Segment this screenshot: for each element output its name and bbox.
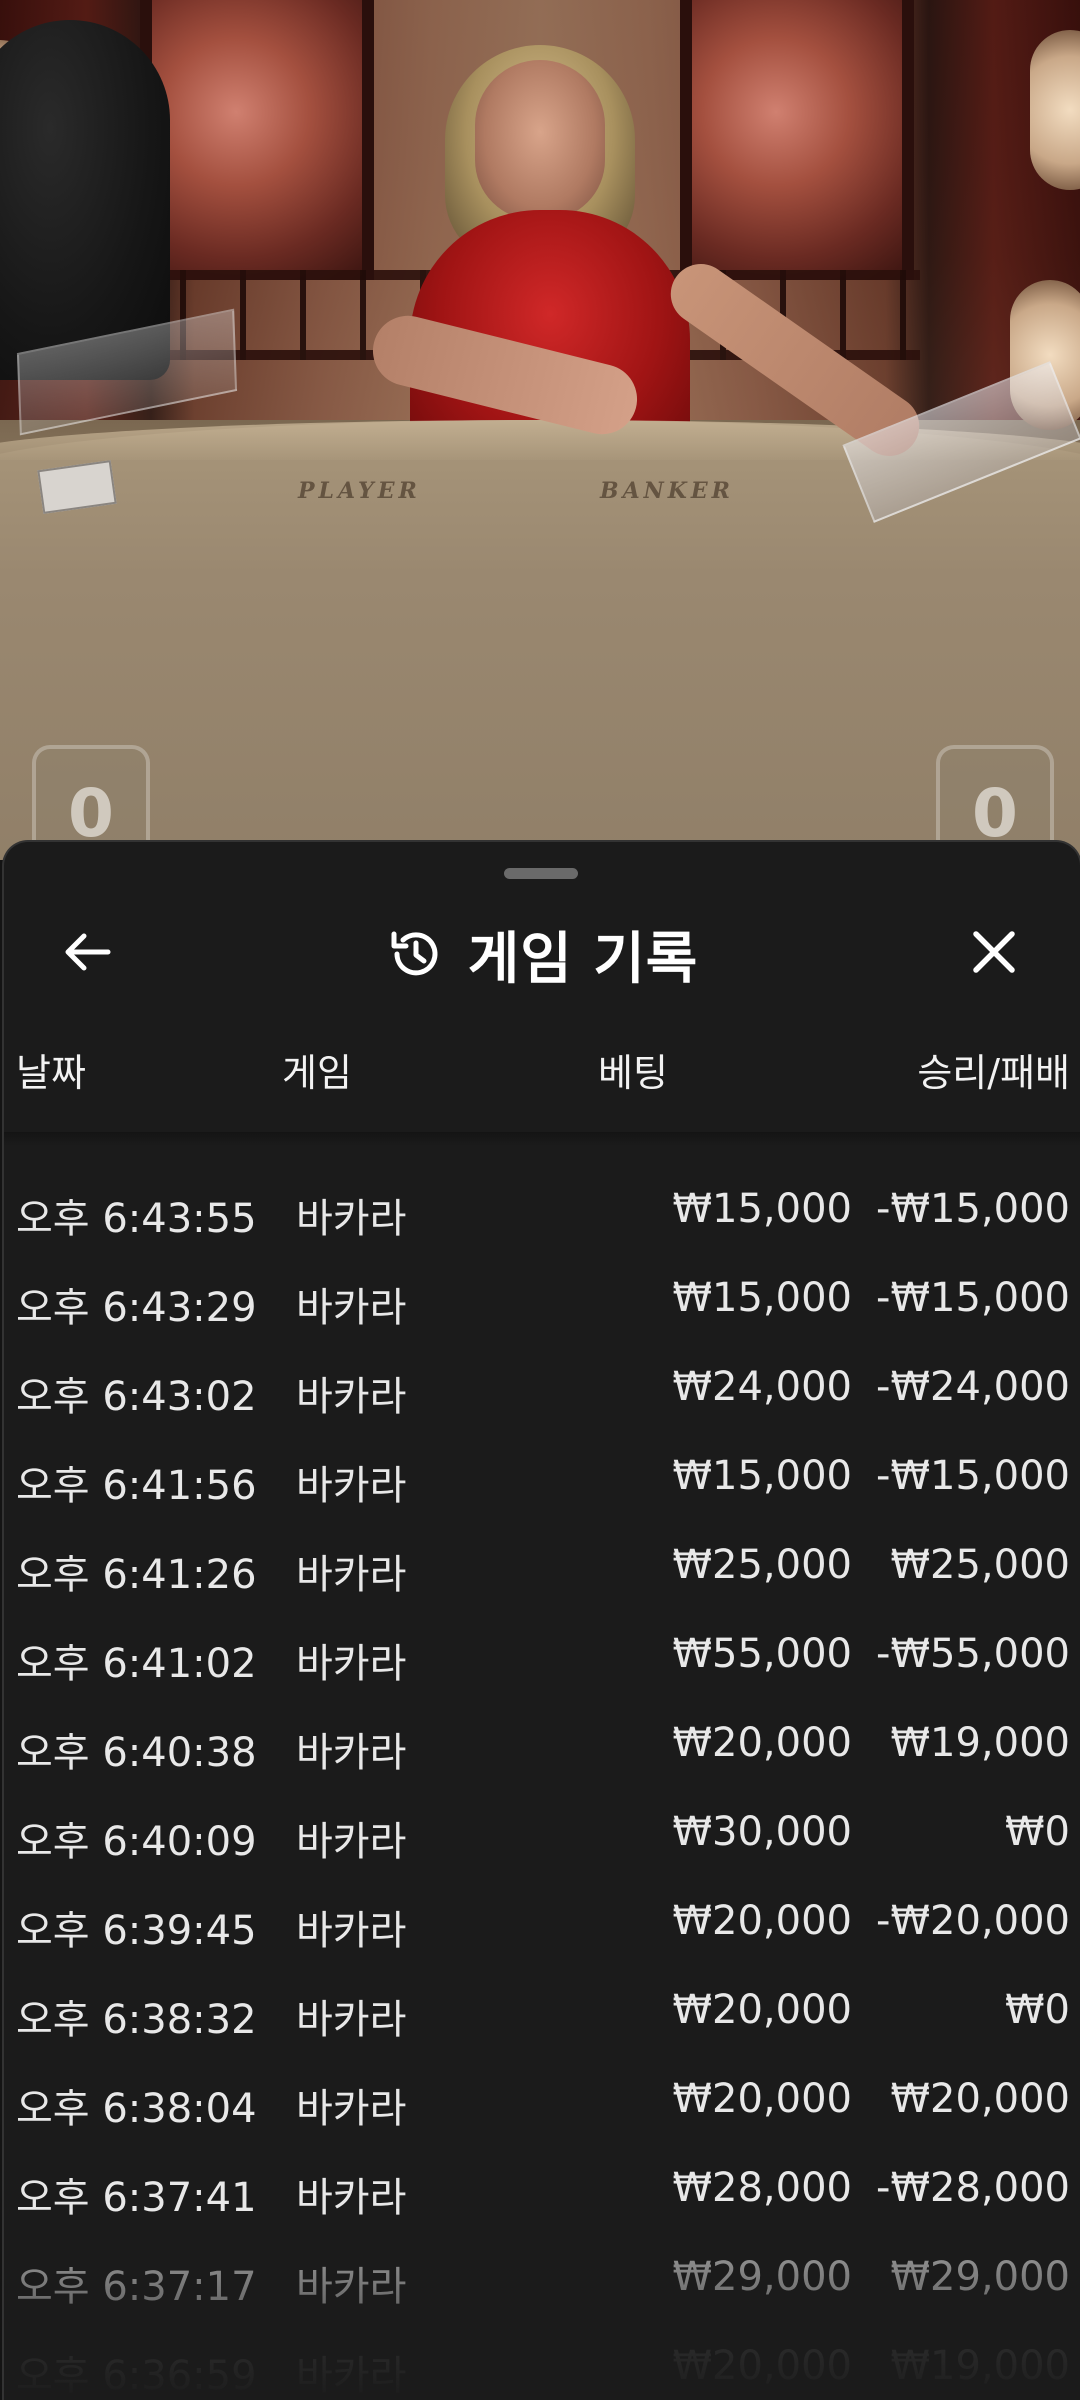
row-time: 오후 6:38:32 <box>16 1997 257 2043</box>
lantern-lamp <box>1030 30 1080 190</box>
row-bet: ₩55,000 <box>672 1631 852 1677</box>
row-result: ₩19,000 <box>890 1720 1070 1766</box>
live-video: PLAYER BANKER 0 0 <box>0 0 1080 860</box>
row-game: 바카라 <box>296 1196 407 1242</box>
row-bet: ₩24,000 <box>672 1364 852 1410</box>
row-result: ₩0 <box>1005 1809 1070 1855</box>
row-result: ₩25,000 <box>890 1542 1070 1588</box>
row-bet: ₩20,000 <box>672 1898 852 1944</box>
row-bet: ₩28,000 <box>672 2165 852 2211</box>
blossom-window-left <box>140 0 374 280</box>
table-row[interactable]: 오후 6:43:02 바카라 ₩24,000 -₩24,000 <box>4 1364 1080 1453</box>
close-button[interactable] <box>954 912 1034 992</box>
row-game: 바카라 <box>296 1463 407 1509</box>
column-header-bet: 베팅 <box>598 1051 668 1095</box>
row-result: -₩15,000 <box>876 1186 1070 1232</box>
table-row[interactable]: 오후 6:37:41 바카라 ₩28,000 -₩28,000 <box>4 2165 1080 2254</box>
felt-label-player: PLAYER <box>298 478 421 504</box>
row-bet: ₩15,000 <box>672 1453 852 1499</box>
row-time: 오후 6:41:56 <box>16 1463 257 1509</box>
table-row[interactable]: 오후 6:41:02 바카라 ₩55,000 -₩55,000 <box>4 1631 1080 1720</box>
row-game: 바카라 <box>296 1374 407 1420</box>
row-time: 오후 6:43:02 <box>16 1374 257 1420</box>
row-result: -₩28,000 <box>876 2165 1070 2211</box>
column-header-game: 게임 <box>282 1051 352 1095</box>
row-result: ₩0 <box>1005 1987 1070 2033</box>
row-time: 오후 6:39:45 <box>16 1908 257 1954</box>
row-result: -₩15,000 <box>876 1453 1070 1499</box>
table-row[interactable]: 오후 6:38:32 바카라 ₩20,000 ₩0 <box>4 1987 1080 2076</box>
screen: PLAYER BANKER 0 0 게임 기록 날짜 게임 베팅 승리/패배 오… <box>0 0 1080 2400</box>
history-list[interactable]: 오후 6:43:55 바카라 ₩15,000 -₩15,000 오후 6:43:29 바카… <box>4 1186 1080 2400</box>
row-game: 바카라 <box>296 1908 407 1954</box>
table-row[interactable]: 오후 6:43:29 바카라 ₩15,000 -₩15,000 <box>4 1275 1080 1364</box>
row-result: ₩20,000 <box>890 2076 1070 2122</box>
row-result: -₩55,000 <box>876 1631 1070 1677</box>
row-bet: ₩20,000 <box>672 2076 852 2122</box>
row-bet: ₩25,000 <box>672 1542 852 1588</box>
row-time: 오후 6:37:41 <box>16 2175 257 2221</box>
table-row[interactable]: 오후 6:38:04 바카라 ₩20,000 ₩20,000 <box>4 2076 1080 2165</box>
row-bet: ₩29,000 <box>672 2254 852 2300</box>
row-time: 오후 6:40:38 <box>16 1730 257 1776</box>
row-game: 바카라 <box>296 1552 407 1598</box>
table-row[interactable]: 오후 6:39:45 바카라 ₩20,000 -₩20,000 <box>4 1898 1080 1987</box>
game-history-sheet: 게임 기록 날짜 게임 베팅 승리/패배 오후 6:43:55 바카라 ₩15,00… <box>2 840 1080 2400</box>
table-row[interactable]: 오후 6:37:17 바카라 ₩29,000 ₩29,000 <box>4 2254 1080 2343</box>
table-row[interactable]: 오후 6:41:56 바카라 ₩15,000 -₩15,000 <box>4 1453 1080 1542</box>
close-icon <box>973 931 1015 973</box>
row-time: 오후 6:43:29 <box>16 1285 257 1331</box>
row-time: 오후 6:36:59 <box>16 2353 257 2399</box>
row-game: 바카라 <box>296 2264 407 2310</box>
table-row[interactable]: 오후 6:36:59 바카라 ₩20,000 ₩19,000 <box>4 2343 1080 2400</box>
row-bet: ₩15,000 <box>672 1186 852 1232</box>
row-bet: ₩20,000 <box>672 2343 852 2389</box>
row-game: 바카라 <box>296 1641 407 1687</box>
row-time: 오후 6:41:02 <box>16 1641 257 1687</box>
dealer-head <box>475 60 605 220</box>
row-time: 오후 6:43:55 <box>16 1196 257 1242</box>
row-game: 바카라 <box>296 1730 407 1776</box>
row-game: 바카라 <box>296 2086 407 2132</box>
blossom-window-right <box>680 0 914 280</box>
sheet-drag-handle[interactable] <box>504 868 578 879</box>
row-bet: ₩20,000 <box>672 1987 852 2033</box>
table-row[interactable]: 오후 6:41:26 바카라 ₩25,000 ₩25,000 <box>4 1542 1080 1631</box>
row-result: -₩15,000 <box>876 1275 1070 1321</box>
row-time: 오후 6:37:17 <box>16 2264 257 2310</box>
row-game: 바카라 <box>296 2353 407 2399</box>
row-result: ₩19,000 <box>890 2343 1070 2389</box>
felt-label-banker: BANKER <box>600 478 734 504</box>
row-bet: ₩15,000 <box>672 1275 852 1321</box>
row-game: 바카라 <box>296 1285 407 1331</box>
header-divider <box>4 1132 1080 1146</box>
column-header-result: 승리/패배 <box>917 1051 1070 1095</box>
row-game: 바카라 <box>296 1819 407 1865</box>
table-row[interactable]: 오후 6:40:38 바카라 ₩20,000 ₩19,000 <box>4 1720 1080 1809</box>
page-title: 게임 기록 <box>467 926 699 992</box>
row-time: 오후 6:40:09 <box>16 1819 257 1865</box>
row-bet: ₩20,000 <box>672 1720 852 1766</box>
row-game: 바카라 <box>296 1997 407 2043</box>
sheet-header: 게임 기록 <box>4 908 1080 1000</box>
row-game: 바카라 <box>296 2175 407 2221</box>
column-header-date: 날짜 <box>16 1051 86 1095</box>
row-result: ₩29,000 <box>890 2254 1070 2300</box>
row-time: 오후 6:41:26 <box>16 1552 257 1598</box>
row-bet: ₩30,000 <box>672 1809 852 1855</box>
row-result: -₩24,000 <box>876 1364 1070 1410</box>
row-result: -₩20,000 <box>876 1898 1070 1944</box>
table-row[interactable]: 오후 6:43:55 바카라 ₩15,000 -₩15,000 <box>4 1186 1080 1275</box>
table-header: 날짜 게임 베팅 승리/패배 <box>4 1024 1080 1114</box>
history-icon <box>386 924 446 984</box>
row-time: 오후 6:38:04 <box>16 2086 257 2132</box>
table-row[interactable]: 오후 6:40:09 바카라 ₩30,000 ₩0 <box>4 1809 1080 1898</box>
